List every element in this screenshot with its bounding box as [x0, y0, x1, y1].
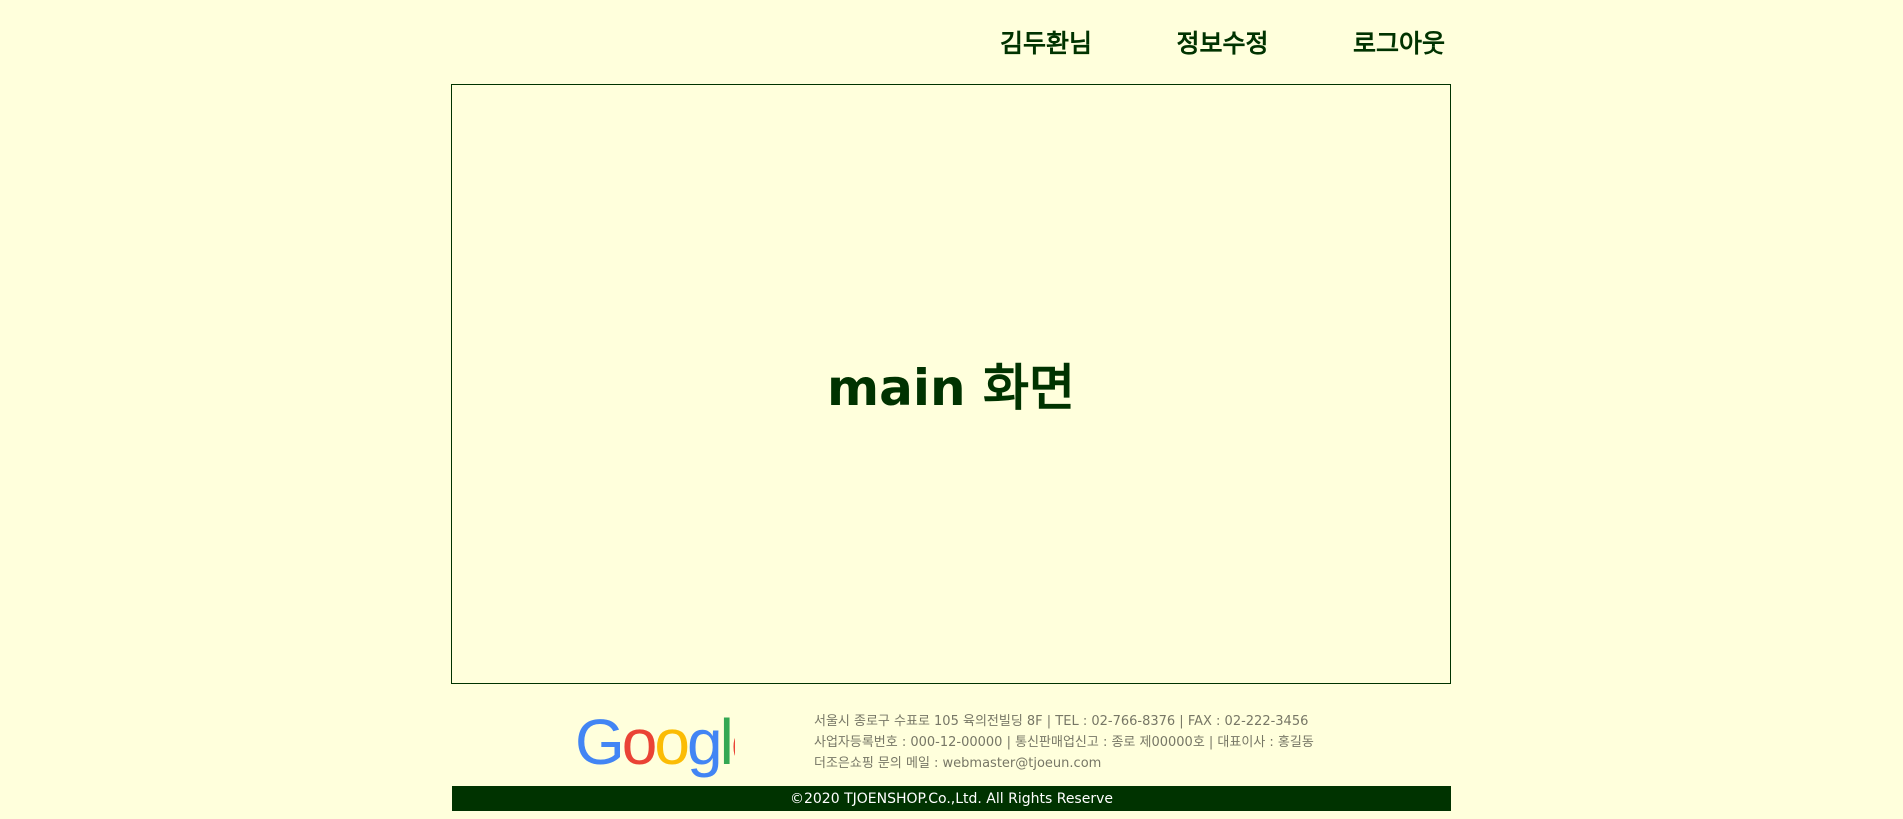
copyright-bar: ©2020 TJOENSHOP.Co.,Ltd. All Rights Rese…: [452, 786, 1451, 811]
edit-info-link[interactable]: 정보수정: [1176, 24, 1268, 60]
svg-text:Google: Google: [575, 708, 735, 778]
company-info: 서울시 종로구 수표로 105 육의전빌딩 8F | TEL : 02-766-…: [814, 711, 1374, 774]
copyright-text: ©2020 TJOENSHOP.Co.,Ltd. All Rights Rese…: [789, 790, 1113, 807]
top-nav: 김두환님 정보수정 로그아웃: [1000, 22, 1445, 62]
company-contact-line: 더조은쇼핑 문의 메일 : webmaster@tjoeun.com: [814, 756, 1102, 771]
main-content-box: main 화면: [451, 84, 1451, 684]
google-logo: Google: [575, 706, 767, 778]
company-registration-line: 사업자등록번호 : 000-12-00000 | 통신판매업신고 : 종로 제0…: [814, 735, 1314, 750]
main-title: main 화면: [827, 359, 1075, 417]
logout-link[interactable]: 로그아웃: [1353, 24, 1445, 60]
page: 김두환님 정보수정 로그아웃 main 화면 Google 서울시 종로구 수표…: [0, 0, 1903, 819]
user-name-link[interactable]: 김두환님: [1000, 24, 1092, 60]
company-address-line: 서울시 종로구 수표로 105 육의전빌딩 8F | TEL : 02-766-…: [814, 714, 1309, 729]
